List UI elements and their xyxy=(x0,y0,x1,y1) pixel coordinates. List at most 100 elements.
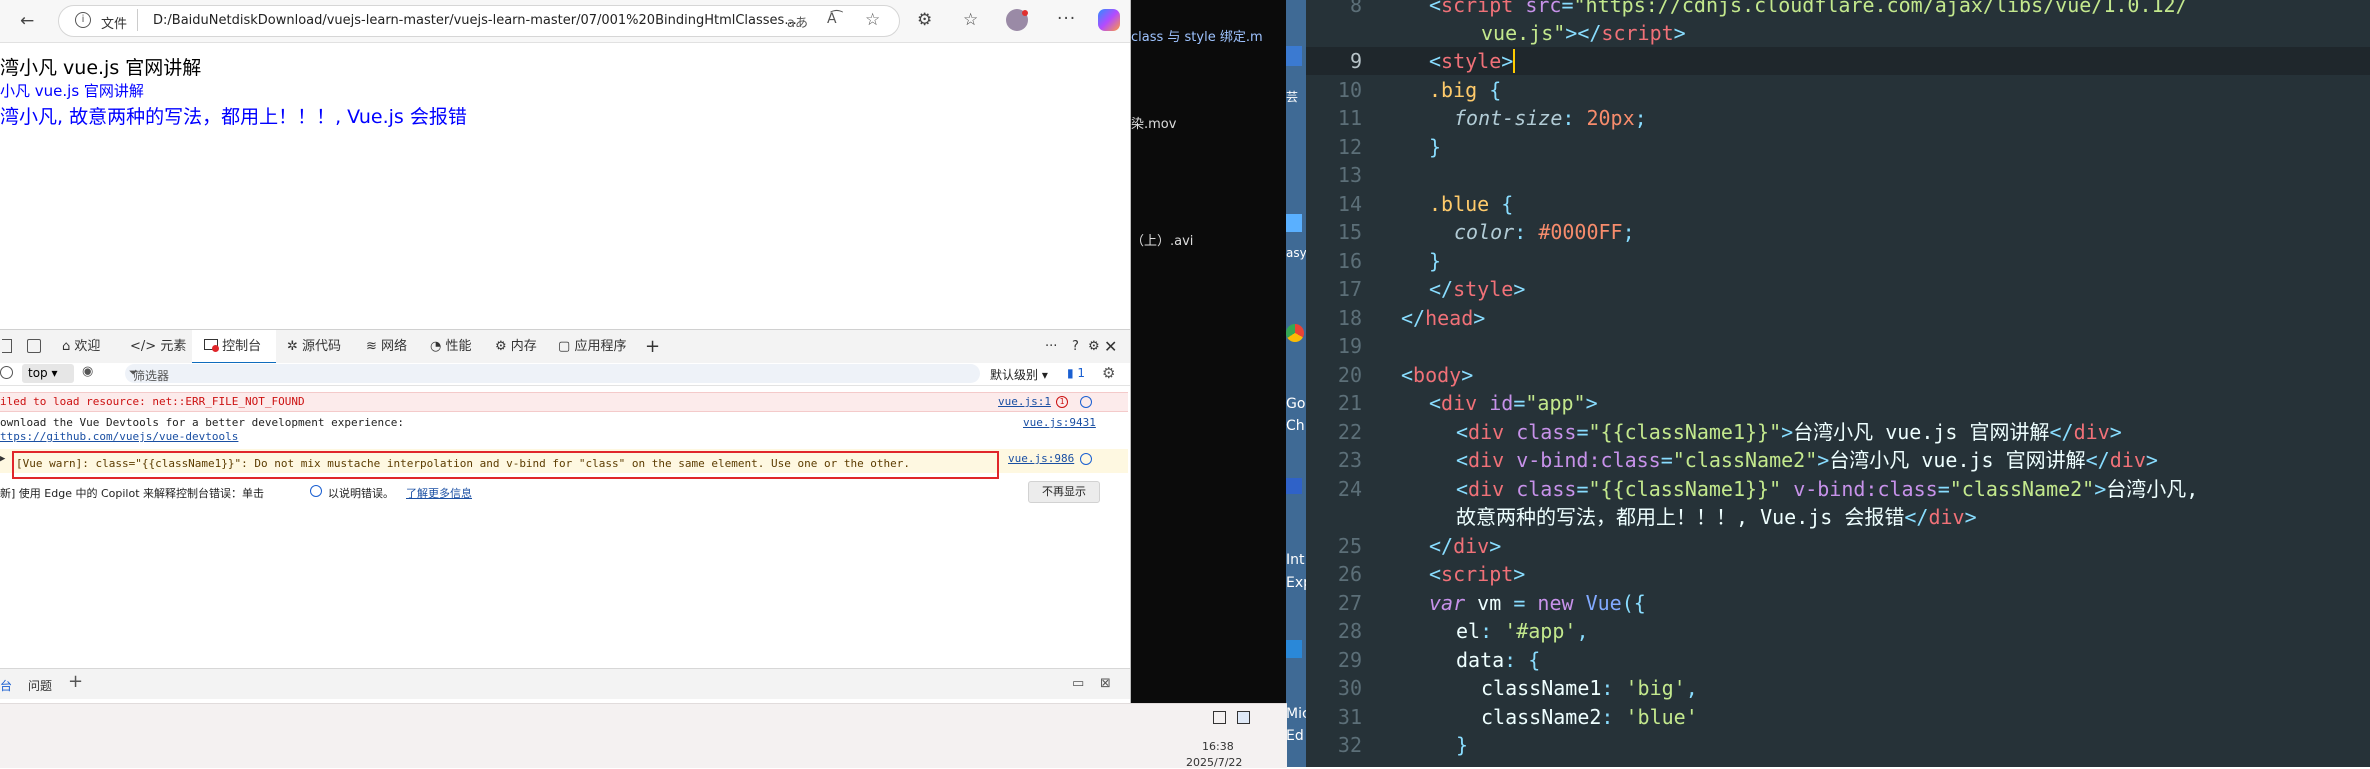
explorer-background: class 与 style 绑定.m 染.mov （上）.avi xyxy=(1131,0,1286,767)
error-text: iled to load resource: net::ERR_FILE_NOT… xyxy=(0,395,305,408)
code-line-23: <div v-bind:class="className2">台湾小凡 vue.… xyxy=(1456,448,2158,472)
desktop-label-2: asy xyxy=(1286,246,1306,260)
tab-performance[interactable]: ◔ 性能 xyxy=(430,330,472,364)
tab-welcome[interactable]: ⌂ 欢迎 xyxy=(62,330,100,364)
filter-input[interactable]: ⏷ 筛选器 xyxy=(125,364,980,383)
clear-console-icon[interactable] xyxy=(0,366,13,379)
warn-source-link[interactable]: vue.js:986 xyxy=(1008,452,1074,465)
info-source-link[interactable]: vue.js:9431 xyxy=(1023,416,1096,429)
code-line-25: </div> xyxy=(1429,534,1502,558)
code-line-16: } xyxy=(1429,249,1442,273)
console-error-dot xyxy=(212,345,219,352)
tab-console[interactable]: 控制台 xyxy=(192,330,276,364)
drawer-tab-issues[interactable]: 问题 xyxy=(28,677,52,694)
file-label: 文件 xyxy=(101,17,128,32)
desktop-icon-1[interactable] xyxy=(1286,46,1302,66)
tab-sources[interactable]: ✲ 源代码 xyxy=(287,330,341,364)
code-line-18: </head> xyxy=(1401,306,1486,330)
browser-window: ← i 文件 D:/BaiduNetdiskDownload/vuejs-lea… xyxy=(0,0,1131,704)
expand-arrow-icon[interactable]: ▶ xyxy=(0,454,5,464)
line-number: 24 xyxy=(1337,477,1362,501)
extensions-icon[interactable]: ⚙ xyxy=(917,10,932,30)
profile-badge xyxy=(1022,10,1028,16)
desktop-icon-3[interactable] xyxy=(1286,478,1302,494)
copilot-icon[interactable] xyxy=(1098,9,1120,31)
explorer-item-2[interactable]: 染.mov xyxy=(1131,113,1176,132)
explorer-item-3[interactable]: （上）.avi xyxy=(1131,230,1193,249)
line-number: 16 xyxy=(1337,249,1362,273)
live-expression-eye-icon[interactable]: ◉ xyxy=(82,364,93,379)
chrome-icon[interactable] xyxy=(1286,324,1304,342)
tab-network[interactable]: ≋ 网络 xyxy=(366,330,407,364)
line-number: 20 xyxy=(1337,363,1362,387)
desktop-label-3: Go xyxy=(1286,396,1306,412)
tab-memory[interactable]: ⚙ 内存 xyxy=(495,330,537,364)
log-level-select[interactable]: 默认级别 ▾ xyxy=(990,366,1048,383)
read-aloud-icon[interactable]: aあ xyxy=(787,12,808,31)
error-source-link[interactable]: vue.js:1 xyxy=(998,395,1051,408)
code-line-26: <script> xyxy=(1429,562,1526,586)
immersive-reader-icon[interactable]: A͡ xyxy=(827,11,837,27)
drawer-dock-icon[interactable]: ▭ xyxy=(1072,676,1084,691)
console-error-row: iled to load resource: net::ERR_FILE_NOT… xyxy=(0,392,1128,412)
explain-warn-icon[interactable] xyxy=(1080,453,1092,465)
favorites-icon[interactable]: ☆ xyxy=(963,10,978,30)
more-tools-icon[interactable]: ··· xyxy=(1045,330,1057,364)
devtools-tabbar: ⌂ 欢迎 </> 元素 控制台 ✲ 源代码 ≋ 网络 ◔ 性能 ⚙ 内存 ▢ 应… xyxy=(0,329,1130,365)
console-warn-row: ▶ [Vue warn]: class="{{className1}}": Do… xyxy=(0,449,1128,479)
gauge-icon: ◔ xyxy=(430,339,442,354)
explain-error-icon[interactable] xyxy=(1080,396,1092,408)
panel-toggle-icon[interactable] xyxy=(27,339,41,353)
context-select[interactable]: top ▾ xyxy=(22,364,74,383)
code-line-28: el: '#app', xyxy=(1456,619,1589,643)
address-bar[interactable]: i 文件 D:/BaiduNetdiskDownload/vuejs-learn… xyxy=(58,5,900,37)
info-text: ownload the Vue Devtools for a better de… xyxy=(0,416,404,429)
browser-toolbar: ← i 文件 D:/BaiduNetdiskDownload/vuejs-lea… xyxy=(0,0,1130,43)
learn-more-link[interactable]: 了解更多信息 xyxy=(406,485,472,501)
edge-icon[interactable] xyxy=(1286,640,1302,658)
dock-icon[interactable] xyxy=(2,339,12,353)
tab-elements[interactable]: </> 元素 xyxy=(130,330,186,364)
line-number: 27 xyxy=(1337,591,1362,615)
close-devtools-icon[interactable]: ✕ xyxy=(1104,330,1117,364)
favorite-star-icon[interactable]: ☆ xyxy=(865,10,880,30)
info-icon[interactable]: i xyxy=(75,12,91,28)
view-tiles-icon[interactable] xyxy=(1237,711,1250,724)
dismiss-button[interactable]: 不再显示 xyxy=(1028,481,1100,503)
add-tab-icon[interactable]: + xyxy=(645,330,660,364)
issues-badge[interactable]: ▮ 1 xyxy=(1067,366,1085,380)
profile-avatar[interactable] xyxy=(1006,9,1028,31)
line-number: 30 xyxy=(1337,676,1362,700)
more-icon[interactable]: ··· xyxy=(1057,9,1076,29)
code-line-8: <script src="https://cdnjs.cloudflare.co… xyxy=(1429,0,2188,17)
help-icon[interactable]: ? xyxy=(1072,330,1079,364)
devtools-github-link[interactable]: ttps://github.com/vuejs/vue-devtools xyxy=(0,430,238,443)
tab-application[interactable]: ▢ 应用程序 xyxy=(558,330,626,364)
taskbar-time[interactable]: 16:38 xyxy=(1202,740,1234,753)
console-settings-icon[interactable]: ⚙ xyxy=(1102,364,1115,382)
line-number: 19 xyxy=(1337,334,1362,358)
line-number: 15 xyxy=(1337,220,1362,244)
desktop-label-1: 芸 xyxy=(1286,90,1299,104)
address-divider xyxy=(137,9,138,31)
code-line-27: var vm = new Vue({ xyxy=(1429,591,1646,615)
code-editor[interactable]: <script src="https://cdnjs.cloudflare.co… xyxy=(1306,0,2370,767)
taskbar-date[interactable]: 2025/7/22 xyxy=(1186,756,1242,769)
drawer-close-icon[interactable]: ⊠ xyxy=(1100,676,1111,691)
bug-icon: ✲ xyxy=(287,339,298,354)
code-line-24-wrap: 故意两种的写法，都用上！！！, Vue.js 会报错</div> xyxy=(1456,505,1977,529)
url-text[interactable]: D:/BaiduNetdiskDownload/vuejs-learn-mast… xyxy=(153,13,797,28)
desktop-icon-2[interactable] xyxy=(1286,214,1302,232)
code-line-20: <body> xyxy=(1401,363,1474,387)
view-details-icon[interactable] xyxy=(1213,711,1226,724)
drawer-tab-console[interactable]: 台 xyxy=(0,677,12,694)
code-line-31: className2: 'blue' xyxy=(1481,705,1698,729)
back-icon[interactable]: ← xyxy=(20,11,34,31)
explorer-item-1[interactable]: class 与 style 绑定.m xyxy=(1131,26,1263,45)
code-line-11: font-size: 20px; xyxy=(1454,106,1647,130)
line-number: 31 xyxy=(1337,705,1362,729)
settings-icon[interactable]: ⚙ xyxy=(1088,330,1100,364)
drawer-add-icon[interactable]: + xyxy=(68,671,83,692)
code-line-21: <div id="app"> xyxy=(1429,391,1598,415)
page-line-3: 湾小凡, 故意两种的写法，都用上！！！, Vue.js 会报错 xyxy=(0,106,467,128)
